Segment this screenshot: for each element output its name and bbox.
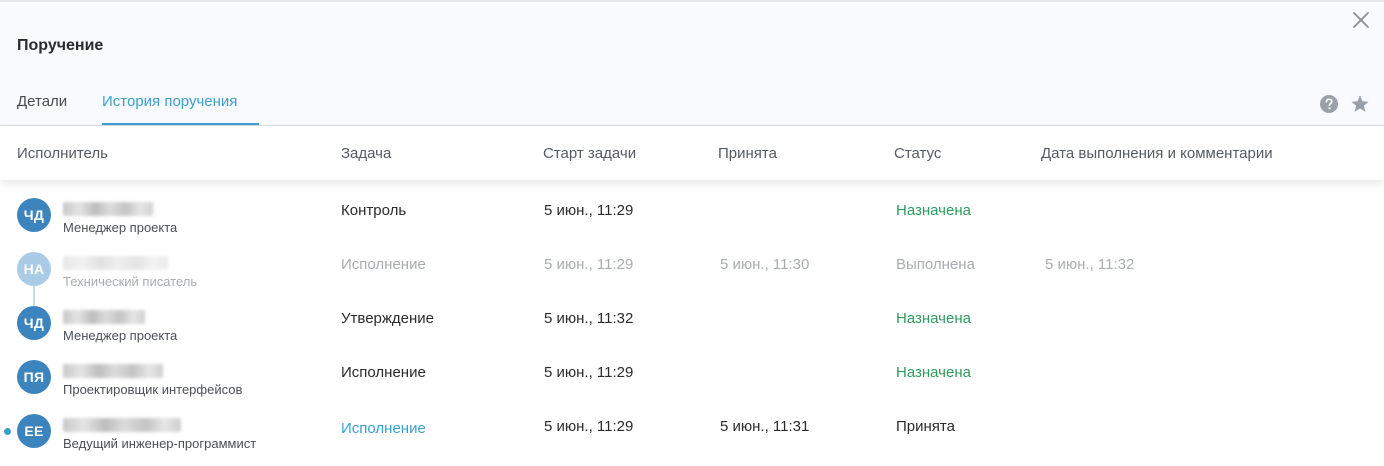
redacted-name bbox=[63, 256, 168, 270]
status-badge: Назначена bbox=[896, 202, 971, 219]
executor-role: Ведущий инженер-программист bbox=[63, 436, 257, 451]
status-badge: Принята bbox=[896, 418, 955, 435]
column-header-start[interactable]: Старт задачи bbox=[543, 145, 636, 162]
avatar: ЧД bbox=[17, 306, 51, 340]
accepted-cell: 5 июн., 11:31 bbox=[720, 418, 810, 435]
status-badge: Выполнена bbox=[896, 256, 975, 273]
table-row[interactable]: ЕЕ Ведущий инженер-программист Исполнени… bbox=[0, 398, 1384, 452]
task-link[interactable]: Исполнение bbox=[341, 420, 426, 437]
help-icon[interactable] bbox=[1320, 95, 1338, 113]
column-header-status[interactable]: Статус bbox=[894, 145, 941, 162]
redacted-name bbox=[63, 202, 153, 216]
task-cell: Исполнение bbox=[341, 364, 426, 381]
redacted-name bbox=[63, 418, 181, 432]
start-cell: 5 июн., 11:29 bbox=[544, 364, 634, 381]
avatar: НА bbox=[17, 252, 51, 286]
star-icon[interactable] bbox=[1350, 94, 1370, 114]
executor-role: Проектировщик интерфейсов bbox=[63, 382, 243, 397]
table-body: ЧД Менеджер проекта Контроль 5 июн., 11:… bbox=[0, 180, 1384, 466]
close-icon[interactable] bbox=[1350, 9, 1372, 31]
status-badge: Назначена bbox=[896, 310, 971, 327]
tab-history[interactable]: История поручения bbox=[102, 93, 237, 110]
table-row[interactable]: ЧД Менеджер проекта Контроль 5 июн., 11:… bbox=[0, 182, 1384, 236]
dialog-header: Поручение Детали История поручения bbox=[0, 2, 1384, 126]
completion-cell: 5 июн., 11:32 bbox=[1045, 256, 1135, 273]
dialog-title: Поручение bbox=[17, 37, 104, 54]
executor-role: Технический писатель bbox=[63, 274, 198, 289]
table-row[interactable]: ЧД Менеджер проекта Утверждение 5 июн., … bbox=[0, 290, 1384, 344]
start-cell: 5 июн., 11:29 bbox=[544, 202, 634, 219]
task-cell: Утверждение bbox=[341, 310, 435, 327]
column-header-task[interactable]: Задача bbox=[341, 145, 391, 162]
column-header-accepted[interactable]: Принята bbox=[718, 145, 777, 162]
redacted-name bbox=[63, 310, 145, 324]
task-cell: Контроль bbox=[341, 202, 407, 219]
status-badge: Назначена bbox=[896, 364, 971, 381]
redacted-name bbox=[63, 364, 163, 378]
table-row[interactable]: ПЯ Проектировщик интерфейсов Исполнение … bbox=[0, 344, 1384, 398]
start-cell: 5 июн., 11:29 bbox=[544, 256, 634, 273]
start-cell: 5 июн., 11:29 bbox=[544, 418, 634, 435]
avatar: ЧД bbox=[17, 198, 51, 232]
tab-details[interactable]: Детали bbox=[17, 93, 67, 110]
current-row-indicator bbox=[4, 428, 11, 435]
task-cell: Исполнение bbox=[341, 256, 426, 273]
active-tab-underline bbox=[102, 123, 259, 125]
accepted-cell: 5 июн., 11:30 bbox=[720, 256, 810, 273]
avatar: ЕЕ bbox=[17, 414, 51, 448]
executor-role: Менеджер проекта bbox=[63, 328, 178, 343]
table-row[interactable]: НА Технический писатель Исполнение 5 июн… bbox=[0, 236, 1384, 290]
avatar: ПЯ bbox=[17, 360, 51, 394]
executor-role: Менеджер проекта bbox=[63, 220, 178, 235]
table-header: Исполнитель Задача Старт задачи Принята … bbox=[0, 126, 1384, 180]
column-header-executor[interactable]: Исполнитель bbox=[17, 145, 108, 162]
column-header-completion[interactable]: Дата выполнения и комментарии bbox=[1041, 145, 1273, 162]
start-cell: 5 июн., 11:32 bbox=[544, 310, 634, 327]
